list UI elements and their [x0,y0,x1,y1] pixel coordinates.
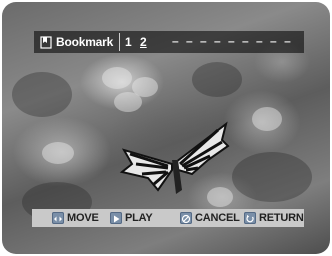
video-screen: Bookmark 1 2 – – – – – – – – – MOVE PLAY… [2,2,330,254]
cancel-icon [180,212,192,224]
play-icon [110,212,122,224]
bookmark-slot-2[interactable]: 2 [140,35,147,49]
cancel-button[interactable]: CANCEL [180,211,240,225]
play-label: PLAY [125,212,153,224]
background-leaf [192,62,242,97]
bookmark-empty-slots[interactable]: – – – – – – – – – [172,34,293,48]
move-label: MOVE [67,212,99,224]
background-leaf [12,72,72,117]
butterfly-image [119,121,230,194]
bookmark-icon [38,34,54,50]
bookmark-label: Bookmark [56,35,114,49]
bookmark-bar: Bookmark 1 2 – – – – – – – – – [34,31,304,53]
move-button[interactable]: MOVE [52,211,99,225]
background-flower [114,92,142,112]
background-leaf [232,152,312,202]
background-flower [102,67,132,89]
return-label: RETURN [259,212,304,224]
arrows-icon [52,212,64,224]
return-button[interactable]: RETURN [244,211,304,225]
cancel-label: CANCEL [195,212,240,224]
control-bar: MOVE PLAY CANCEL RETURN [32,209,304,227]
bookmark-slot-1[interactable]: 1 [125,35,132,49]
play-button[interactable]: PLAY [110,211,153,225]
background-flower [252,107,282,131]
bookmark-divider [119,33,120,51]
background-flower [42,142,74,164]
return-icon [244,212,256,224]
